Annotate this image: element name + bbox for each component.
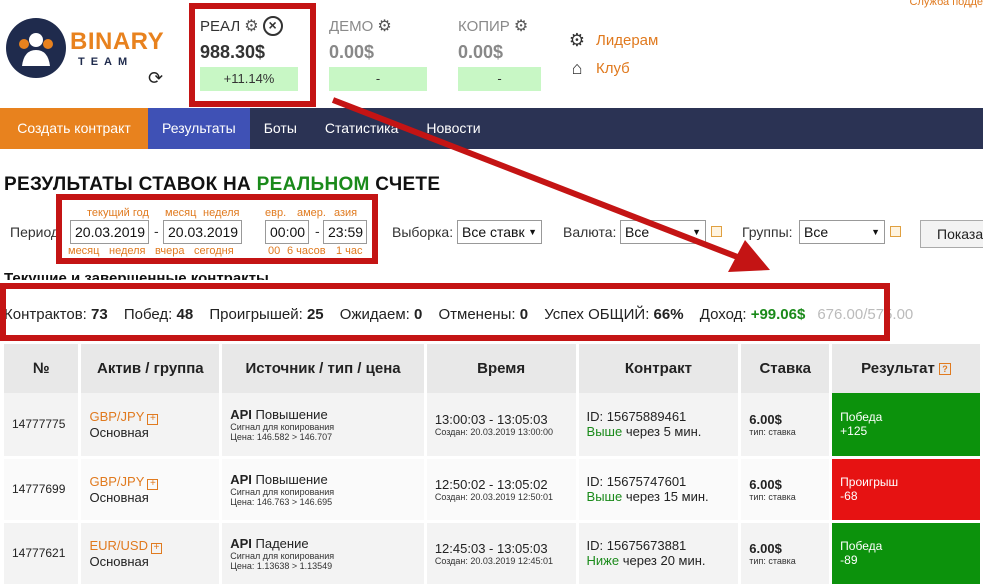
annotation-arrow-icon [331, 97, 770, 272]
